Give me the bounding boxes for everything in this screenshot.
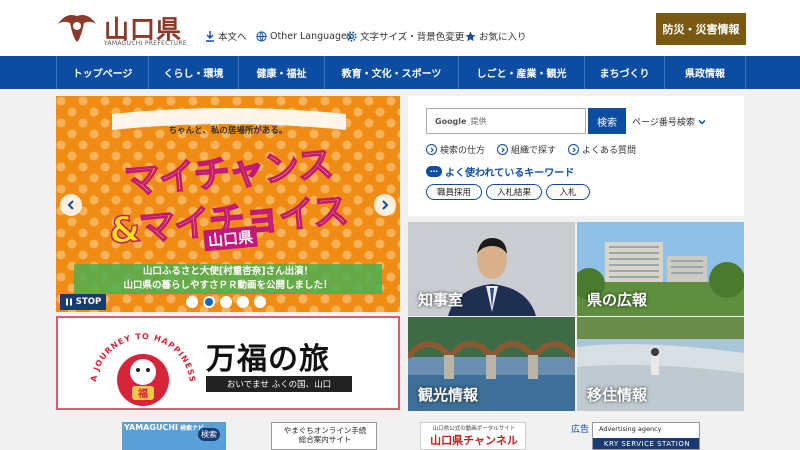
banner-subtitle: 山口県公式の動画ポータルサイト: [432, 426, 516, 432]
chevron-right-icon: [382, 200, 389, 210]
search-provider-suffix: 提供: [470, 116, 487, 126]
chevron-right-icon: [568, 144, 579, 155]
other-languages-link[interactable]: Other Languages: [256, 29, 352, 43]
daruma-emblem-icon: A JOURNEY TO HAPPINESS 福: [89, 332, 196, 406]
nav-item-living[interactable]: くらし・環境: [148, 56, 238, 89]
slide-caption: 山口ふるさと大使[村重杏奈]さん出演！ 山口県の暮らしやすさＰＲ動画を公開しまし…: [74, 264, 382, 294]
pause-icon: [65, 298, 72, 306]
tile-migration[interactable]: 移住情報: [577, 317, 744, 411]
keyword-chip[interactable]: 入札: [546, 184, 590, 200]
chevron-left-icon: [67, 200, 74, 210]
banner-text: やまぐちオンライン手続 総合案内サイト: [283, 426, 367, 444]
tile-label: 知事室: [418, 291, 464, 309]
keyword-chip[interactable]: 職員採用: [426, 184, 482, 200]
org-search-link[interactable]: 組織で探す: [497, 143, 556, 156]
search-input[interactable]: Google 提供: [426, 108, 586, 134]
chevron-right-icon: [497, 144, 508, 155]
chevron-right-icon: [426, 144, 437, 155]
prefecture-emblem-icon: [58, 15, 96, 42]
faq-link[interactable]: よくある質問: [568, 143, 636, 156]
page-number-search-toggle[interactable]: ページ番号検索: [632, 115, 706, 128]
kry-service-banner[interactable]: Advertising agency KRY SERVICE STATION: [592, 422, 700, 450]
banner-title: 万福の旅: [206, 342, 330, 377]
tile-label: 県の広報: [587, 291, 648, 309]
slider-dot[interactable]: [220, 296, 232, 308]
slider-dot[interactable]: [186, 296, 198, 308]
manpuku-banner[interactable]: A JOURNEY TO HAPPINESS 福 万福の旅 おいでませ ふくの国…: [56, 316, 400, 410]
slide-caption-line2: 山口県の暮らしやすさＰＲ動画を公開しました！: [123, 280, 333, 291]
nav-item-education[interactable]: 教育・文化・スポーツ: [324, 56, 458, 89]
favorites-label: お気に入り: [479, 32, 527, 43]
skip-label: 本文へ: [218, 32, 247, 43]
yamaguchi-search-navi-banner[interactable]: YAMAGUCHI 検索ナビ 検索: [122, 422, 226, 450]
search-help-link[interactable]: 検索の仕方: [426, 143, 485, 156]
banner-title: YAMAGUCHI 検索ナビ: [124, 423, 204, 432]
banner-title: 山口県チャンネル: [430, 434, 518, 447]
yamaguchi-channel-banner[interactable]: 山口県公式の動画ポータルサイト 山口県チャンネル: [420, 422, 526, 450]
skip-to-content-link[interactable]: 本文へ: [205, 29, 247, 43]
slider-next-button[interactable]: [374, 194, 396, 216]
slider-dot[interactable]: [203, 296, 215, 308]
disaster-info-button[interactable]: 防災・災害情報: [656, 13, 746, 45]
site-header: 山口県 YAMAGUCHI PREFECTURE 本文へ Other Langu…: [0, 0, 800, 56]
daruma-character: 福: [137, 387, 148, 400]
popular-keywords-label: よく使われているキーワード: [445, 168, 575, 179]
download-arrow-icon: [206, 30, 214, 42]
gear-icon: [346, 30, 357, 42]
search-panel: Google 提供 検索 ページ番号検索 検索の仕方 組織で探す よくある質問 …: [408, 96, 744, 216]
search-button[interactable]: 検索: [588, 108, 626, 134]
globe-icon: [256, 30, 267, 42]
nav-item-health[interactable]: 健康・福祉: [238, 56, 324, 89]
banner-search-button: 検索: [198, 428, 220, 441]
nav-item-top[interactable]: トップページ: [56, 56, 148, 89]
slider-prev-button[interactable]: [60, 194, 82, 216]
font-size-label: 文字サイズ・背景色変更: [360, 32, 465, 43]
slider-dots: [186, 296, 266, 308]
nav-item-government[interactable]: 県政情報: [664, 56, 746, 89]
slider-dot[interactable]: [254, 296, 266, 308]
keyword-chip[interactable]: 入札結果: [486, 184, 542, 200]
search-help-label: 検索の仕方: [440, 146, 486, 156]
slider-dot[interactable]: [237, 296, 249, 308]
tile-prefecture-pr[interactable]: 県の広報: [577, 222, 744, 316]
nav-item-work[interactable]: しごと・産業・観光: [458, 56, 584, 89]
favorites-link[interactable]: お気に入り: [465, 29, 527, 43]
faq-label: よくある質問: [582, 146, 637, 156]
chevron-down-icon: [698, 119, 706, 125]
languages-label: Other Languages: [270, 30, 352, 42]
nav-item-town[interactable]: まちづくり: [584, 56, 664, 89]
slide-caption-line1: 山口ふるさと大使[村重杏奈]さん出演！: [142, 266, 314, 277]
search-provider: Google: [435, 116, 467, 126]
stop-label: STOP: [75, 297, 102, 307]
logo-sub: YAMAGUCHI PREFECTURE: [104, 40, 187, 47]
popular-keywords-title: … よく使われているキーワード: [426, 164, 574, 179]
page-number-search-label: ページ番号検索: [632, 118, 695, 128]
site-logo[interactable]: 山口県 YAMAGUCHI PREFECTURE: [56, 10, 187, 50]
tile-label: 観光情報: [418, 386, 479, 404]
banner-subtitle: Advertising agency: [599, 425, 662, 433]
tile-label: 移住情報: [587, 386, 648, 404]
org-search-label: 組織で探す: [511, 146, 557, 156]
ad-label: 広告: [571, 425, 590, 435]
banner-title: KRY SERVICE STATION: [593, 438, 699, 449]
banner-subtitle: おいでませ ふくの国、山口: [206, 376, 352, 392]
tile-governor-office[interactable]: 知事室: [408, 222, 575, 316]
ellipsis-icon: …: [426, 166, 442, 177]
star-icon: [465, 31, 476, 41]
slider-stop-button[interactable]: STOP: [60, 294, 106, 310]
tile-tourism[interactable]: 観光情報: [408, 317, 575, 411]
hero-slider[interactable]: ちゃんと、私の居場所がある。 マイチャンス &マイチョイス 山口県 山口ふるさと…: [56, 96, 400, 312]
global-nav: トップページ くらし・環境 健康・福祉 教育・文化・スポーツ しごと・産業・観光…: [0, 56, 800, 89]
online-procedures-banner[interactable]: やまぐちオンライン手続 総合案内サイト: [271, 422, 377, 450]
font-size-link[interactable]: 文字サイズ・背景色変更: [346, 29, 464, 43]
